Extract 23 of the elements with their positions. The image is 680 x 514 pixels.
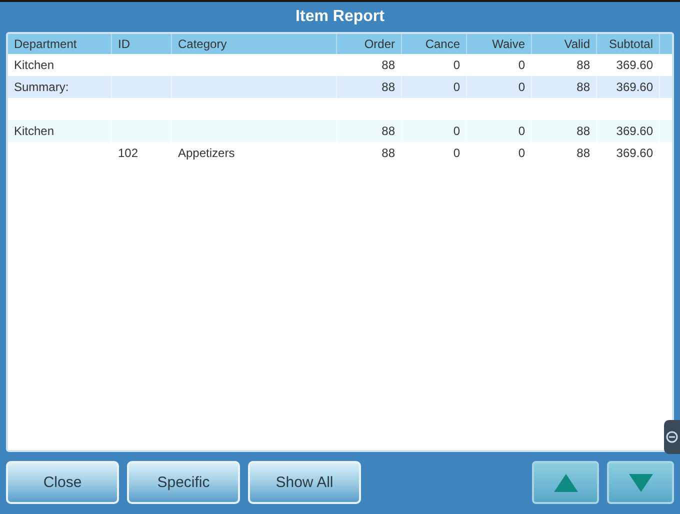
action-button[interactable]: Show All (248, 461, 361, 504)
table-cell: 0 (402, 76, 467, 98)
table-cell: Summary: (8, 76, 112, 98)
table-cell: 0 (467, 142, 532, 164)
triangle-up-icon (552, 472, 578, 492)
table-cell: Appetizers (172, 142, 337, 164)
table-cell: 88 (337, 142, 402, 164)
triangle-down-icon (628, 472, 654, 492)
table-cell: 88 (532, 76, 597, 98)
table-cell: 369.60 (597, 76, 660, 98)
action-button[interactable]: Close (6, 461, 119, 504)
scroll-down-button[interactable] (607, 461, 674, 504)
window-title: Item Report (294, 7, 386, 27)
action-button[interactable]: Specific (127, 461, 240, 504)
scroll-up-button[interactable] (532, 461, 599, 504)
side-handle[interactable] (664, 420, 680, 454)
table-cell: 88 (532, 142, 597, 164)
table-cell: 369.60 (597, 142, 660, 164)
table-cell: 88 (337, 76, 402, 98)
table-cell: 0 (467, 76, 532, 98)
minus-circle-icon (666, 431, 678, 443)
table-cell: 0 (402, 142, 467, 164)
table-cell: 102 (112, 142, 172, 164)
